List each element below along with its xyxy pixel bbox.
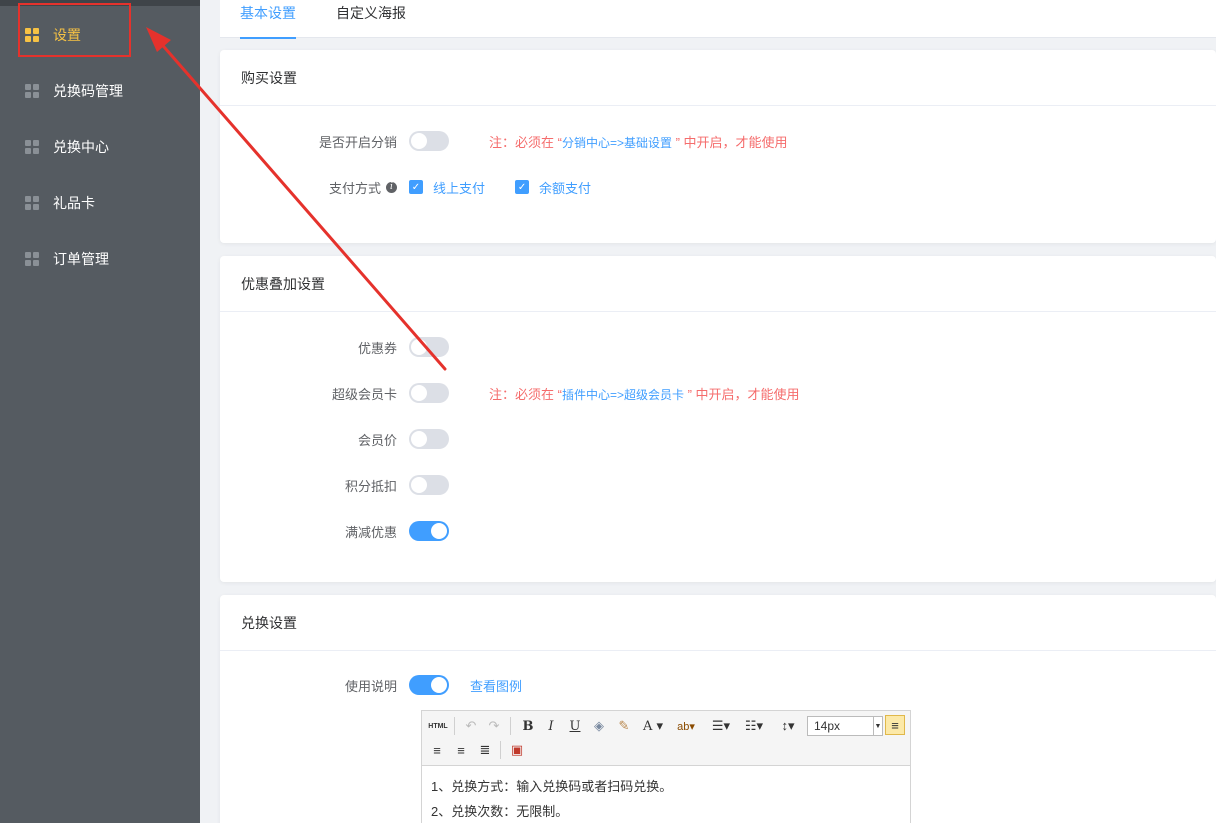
checkbox-label: 线上支付 — [433, 180, 486, 196]
distribution-note: 注：必须在 “分销中心=>基础设置 ” 中开启，才能使用 — [489, 132, 788, 151]
redo-icon[interactable]: ↷ — [485, 716, 503, 736]
member-price-switch[interactable] — [409, 429, 449, 449]
full-reduction-row: 满减优惠 — [220, 521, 449, 541]
underline-icon[interactable]: U — [566, 716, 584, 736]
member-price-label: 会员价 — [357, 432, 397, 448]
image-icon[interactable]: ▣ — [508, 740, 526, 760]
italic-icon[interactable]: I — [542, 716, 560, 736]
ordered-list-icon[interactable]: ☰▾ — [706, 716, 736, 736]
sidebar-item-label: 兑换中心 — [53, 139, 109, 155]
editor-content[interactable]: 1、兑换方式：输入兑换码或者扫码兑换。 2、兑换次数：无限制。 — [422, 766, 910, 823]
editor-line: 2、兑换次数：无限制。 — [431, 804, 569, 819]
discount-settings-card: 优惠叠加设置 优惠券 超级会员卡 注：必须在 “插件中心=>超级会员卡 ” 中开… — [220, 256, 1216, 582]
chevron-down-icon: ▼ — [873, 717, 882, 735]
align-justify-icon[interactable]: ≣ — [476, 740, 494, 760]
supercard-note: 注：必须在 “插件中心=>超级会员卡 ” 中开启，才能使用 — [489, 384, 800, 403]
sidebar-item-label: 礼品卡 — [53, 195, 95, 211]
grid-icon — [25, 252, 39, 266]
align-left-icon[interactable]: ≡ — [885, 715, 905, 735]
sidebar-item-gift-cards[interactable]: 礼品卡 — [0, 175, 200, 231]
line-height-icon[interactable]: ↕▾ — [773, 716, 803, 736]
align-right-icon[interactable]: ≡ — [452, 740, 470, 760]
online-pay-checkbox[interactable]: ✓ 线上支付 — [409, 178, 485, 197]
sidebar-item-label: 兑换码管理 — [53, 83, 123, 99]
highlight-box — [18, 3, 131, 57]
member-price-row: 会员价 — [220, 429, 449, 449]
instructions-label: 使用说明 — [344, 678, 397, 694]
balance-pay-checkbox[interactable]: ✓ 余额支付 — [515, 178, 591, 197]
sidebar: 设置 兑换码管理 兑换中心 礼品卡 订单管理 — [0, 0, 200, 823]
payment-label: 支付方式 i — [220, 178, 409, 197]
format-brush-icon[interactable]: ✎ — [615, 716, 633, 736]
eraser-icon[interactable]: ◈ — [590, 716, 608, 736]
points-label: 积分抵扣 — [344, 478, 397, 494]
tab-basic-settings[interactable]: 基本设置 — [240, 3, 296, 39]
grid-icon — [25, 140, 39, 154]
rich-text-editor: HTML ↶ ↷ B I U ◈ ✎ A ▾ ab▾ ☰▾ ☷▾ ↕▾ 14px… — [421, 710, 911, 823]
coupon-row: 优惠券 — [220, 337, 449, 357]
instructions-switch[interactable] — [409, 675, 449, 695]
distribution-label: 是否开启分销 — [318, 134, 397, 150]
align-center-icon[interactable]: ≡ — [428, 740, 446, 760]
sidebar-item-redeem-center[interactable]: 兑换中心 — [0, 119, 200, 175]
editor-line: 1、兑换方式：输入兑换码或者扫码兑换。 — [431, 779, 673, 794]
distribution-row: 是否开启分销 注：必须在 “分销中心=>基础设置 ” 中开启，才能使用 — [220, 131, 788, 151]
grid-icon — [25, 196, 39, 210]
font-size-select[interactable]: 14px ▼ — [807, 716, 883, 736]
undo-icon[interactable]: ↶ — [462, 716, 480, 736]
bold-icon[interactable]: B — [519, 716, 537, 736]
card-title: 优惠叠加设置 — [220, 256, 1216, 312]
view-example-link[interactable]: 查看图例 — [470, 676, 522, 695]
payment-label-text: 支付方式 — [328, 180, 381, 196]
unordered-list-icon[interactable]: ☷▾ — [739, 716, 769, 736]
info-icon[interactable]: i — [386, 181, 397, 193]
note-path: 插件中心=>超级会员卡 — [561, 387, 684, 402]
sidebar-item-orders[interactable]: 订单管理 — [0, 231, 200, 287]
coupon-switch[interactable] — [409, 337, 449, 357]
supercard-label: 超级会员卡 — [331, 386, 397, 402]
instructions-row: 使用说明 查看图例 — [220, 675, 522, 695]
supercard-row: 超级会员卡 注：必须在 “插件中心=>超级会员卡 ” 中开启，才能使用 — [220, 383, 800, 403]
font-color-icon[interactable]: A ▾ — [639, 716, 667, 736]
points-row: 积分抵扣 — [220, 475, 449, 495]
note-suffix: ” 中开启，才能使用 — [671, 134, 788, 150]
card-title: 购买设置 — [220, 50, 1216, 106]
check-icon: ✓ — [515, 180, 530, 194]
highlight-color-icon[interactable]: ab▾ — [672, 716, 700, 736]
html-source-button[interactable]: HTML — [427, 716, 449, 736]
editor-toolbar: HTML ↶ ↷ B I U ◈ ✎ A ▾ ab▾ ☰▾ ☷▾ ↕▾ 14px… — [422, 711, 910, 766]
card-title: 兑换设置 — [220, 595, 1216, 651]
supercard-switch[interactable] — [409, 383, 449, 403]
note-path: 分销中心=>基础设置 — [561, 135, 672, 150]
sidebar-item-label: 订单管理 — [53, 251, 109, 267]
tab-bar: 基本设置 自定义海报 — [220, 0, 1216, 39]
full-reduction-switch[interactable] — [409, 521, 449, 541]
distribution-switch[interactable] — [409, 131, 449, 151]
points-switch[interactable] — [409, 475, 449, 495]
grid-icon — [25, 84, 39, 98]
note-prefix: 注：必须在 “ — [489, 386, 562, 402]
tab-custom-poster[interactable]: 自定义海报 — [336, 3, 406, 37]
note-prefix: 注：必须在 “ — [489, 134, 562, 150]
payment-row: 支付方式 i ✓ 线上支付 ✓ 余额支付 — [220, 177, 621, 197]
checkbox-label: 余额支付 — [539, 180, 592, 196]
check-icon: ✓ — [409, 180, 423, 194]
purchase-settings-card: 购买设置 是否开启分销 注：必须在 “分销中心=>基础设置 ” 中开启，才能使用… — [220, 50, 1216, 243]
coupon-label: 优惠券 — [357, 340, 397, 356]
note-suffix: ” 中开启，才能使用 — [683, 386, 800, 402]
sidebar-item-redeem-codes[interactable]: 兑换码管理 — [0, 63, 200, 119]
full-reduction-label: 满减优惠 — [344, 524, 397, 540]
font-size-value: 14px — [814, 719, 841, 733]
